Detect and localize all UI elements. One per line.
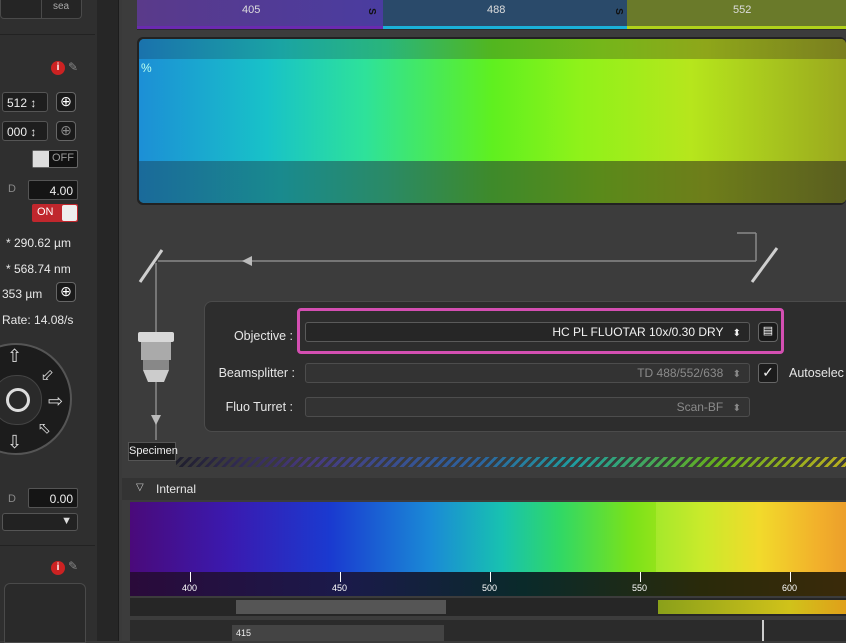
left-panel: sea i ✎ 512 ↕ ⊕ 000 ↕ ⊕ OFF D 4.00 ON * … — [0, 0, 119, 643]
tick-488: 488 — [487, 4, 506, 16]
rate-readout: Rate: 14.08/s — [2, 313, 74, 327]
autoselect-label: Autoselec — [789, 366, 844, 380]
info-icon[interactable]: i — [51, 61, 65, 75]
toggle-off-label: OFF — [52, 152, 74, 164]
tick-mark — [190, 572, 191, 582]
readout-3: 353 µm — [2, 287, 43, 301]
detection-range-highlight — [656, 502, 846, 572]
segment-marker: S — [365, 8, 377, 15]
tick-405: 405 — [242, 4, 261, 16]
beam-stripe — [176, 457, 846, 467]
objective-value: HC PL FLUOTAR 10x/0.30 DRY — [552, 325, 724, 339]
beamsplitter-label: Beamsplitter : — [218, 366, 295, 380]
beamsplitter-value: TD 488/552/638 — [637, 366, 724, 380]
readout-1: * 290.62 µm — [6, 236, 71, 250]
updown-icon: ⬍ — [732, 369, 741, 380]
select-2[interactable]: 000 ↕ — [2, 121, 48, 141]
divider — [0, 545, 95, 546]
tick-mark — [640, 572, 641, 582]
internal-label: Internal — [156, 482, 197, 496]
pin-icon[interactable]: ✎ — [68, 60, 78, 74]
chevron-down-icon: ▼ — [61, 515, 72, 527]
toggle-on[interactable]: ON — [32, 204, 78, 222]
toolbar-divider — [41, 0, 42, 18]
tick-552: 552 — [733, 4, 752, 16]
toggle-knob — [33, 151, 49, 167]
wavelength-axis: 400 450 500 550 600 — [130, 572, 846, 596]
tick-mark — [340, 572, 341, 582]
spectrum-bottom-band — [139, 161, 846, 203]
dropdown[interactable]: ▼ — [2, 513, 78, 531]
fluo-turret-label: Fluo Turret : — [225, 400, 293, 414]
field-label-fragment: D — [8, 493, 16, 505]
plus-circle-icon[interactable]: ⊕ — [56, 92, 76, 112]
internal-spectrum — [130, 502, 846, 572]
collapse-triangle-icon[interactable]: ▽ — [136, 482, 144, 493]
top-button[interactable]: sea — [53, 1, 69, 12]
detector-range-1[interactable] — [236, 600, 446, 614]
detector-track — [130, 598, 846, 616]
objective-label: Objective : — [233, 329, 293, 343]
light-path-panel: Objective : HC PL FLUOTAR 10x/0.30 DRY ⬍… — [204, 301, 846, 432]
internal-header[interactable]: ▽ Internal — [122, 478, 846, 500]
toggle-knob — [62, 205, 77, 221]
axis-tick-600: 600 — [782, 583, 798, 593]
axis-tick-500: 500 — [482, 583, 498, 593]
fluo-turret-select[interactable]: Scan-BF ⬍ — [305, 397, 750, 417]
percent-label: % — [141, 61, 152, 75]
divider — [0, 34, 95, 35]
top-toolbar: sea — [0, 0, 82, 19]
band-line — [137, 26, 383, 29]
band-line — [383, 26, 627, 29]
objective-select[interactable]: HC PL FLUOTAR 10x/0.30 DRY ⬍ — [305, 322, 750, 342]
axis-tick-550: 550 — [632, 583, 648, 593]
range-tick-415: 415 — [236, 628, 252, 638]
toggle-off[interactable]: OFF — [32, 150, 78, 168]
field-label-fragment: D — [8, 183, 16, 195]
value-field-2[interactable]: 0.00 — [28, 488, 78, 508]
objective-info-button[interactable]: ▤ — [758, 322, 778, 342]
axis-tick-400: 400 — [182, 583, 198, 593]
value-field-1[interactable]: 4.00 — [28, 180, 78, 200]
info-icon[interactable]: i — [51, 561, 65, 575]
segment-marker: S — [612, 8, 624, 15]
spectrum-strip: 405 488 552 S S — [137, 0, 846, 30]
objective-lens-icon — [138, 332, 174, 382]
scroll-gutter — [97, 0, 118, 641]
specimen-label: Specimen — [128, 442, 178, 461]
mirror-left — [138, 249, 164, 283]
detector-range-3[interactable] — [232, 625, 444, 641]
beamsplitter-select[interactable]: TD 488/552/638 ⬍ — [305, 363, 750, 383]
arrow-down-icon[interactable]: ⇩ — [7, 432, 22, 453]
fluo-turret-value: Scan-BF — [676, 400, 724, 414]
tick-mark — [790, 572, 791, 582]
beam-arrow-down — [151, 415, 161, 425]
spectrum-display: % — [137, 37, 846, 205]
detector-range-2[interactable] — [658, 600, 846, 614]
select-1[interactable]: 512 ↕ — [2, 92, 48, 112]
spectrum-top-band — [139, 39, 846, 59]
center-button-icon[interactable] — [6, 388, 30, 412]
bottom-panel — [4, 583, 86, 643]
axis-tick-450: 450 — [332, 583, 348, 593]
band-line — [627, 26, 846, 29]
beam-arrow — [242, 256, 252, 266]
readout-2: * 568.74 nm — [6, 262, 71, 276]
plus-circle-icon[interactable]: ⊕ — [56, 282, 76, 302]
arrow-up-icon[interactable]: ⇧ — [7, 346, 22, 367]
toggle-on-label: ON — [37, 206, 54, 218]
arrow-right-icon[interactable]: ⇨ — [48, 391, 63, 412]
autoselect-checkbox[interactable]: ✓ — [758, 363, 778, 383]
range-marker — [762, 620, 764, 641]
plus-circle-icon-disabled[interactable]: ⊕ — [56, 121, 76, 141]
updown-icon: ⬍ — [732, 328, 741, 339]
updown-icon: ⬍ — [732, 403, 741, 414]
tick-mark — [490, 572, 491, 582]
detector-track-2: 415 — [130, 620, 846, 641]
pin-icon[interactable]: ✎ — [68, 559, 78, 573]
